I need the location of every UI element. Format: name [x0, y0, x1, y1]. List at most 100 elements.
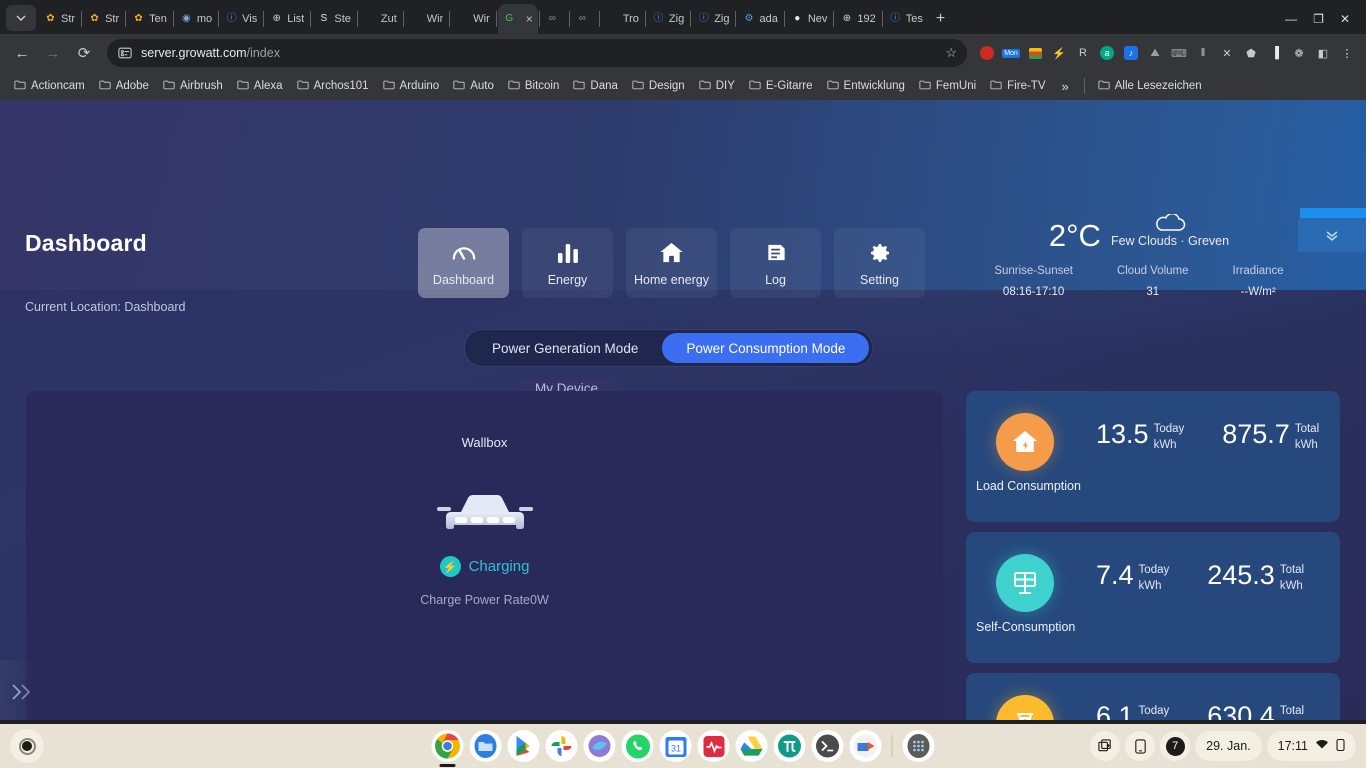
google-drive-icon[interactable] — [735, 730, 768, 762]
bookmarks-overflow-button[interactable]: » — [1054, 77, 1077, 96]
browser-tab[interactable]: ⓘ Zig — [692, 4, 734, 34]
browser-tab[interactable]: Wir — [451, 4, 495, 34]
email-icon[interactable] — [849, 730, 882, 762]
thermometer-icon[interactable]: ‖ — [1192, 42, 1214, 64]
pi-icon[interactable] — [773, 730, 806, 762]
leaf-icon[interactable]: ❁ — [1288, 42, 1310, 64]
bookmark-item[interactable]: Entwicklung — [821, 76, 911, 96]
browser-tab[interactable]: ✿ Ten — [127, 4, 172, 34]
colorzilla-icon[interactable] — [1024, 42, 1046, 64]
bookmark-item[interactable]: E-Gitarre — [743, 76, 819, 96]
notification-badge[interactable]: 7 — [1160, 731, 1191, 761]
browser-tab[interactable]: ⓘ Tes — [884, 4, 928, 34]
nav-tile-log[interactable]: Log — [730, 228, 821, 298]
bookmark-item[interactable]: Fire-TV — [984, 76, 1051, 96]
wallbox-device[interactable]: Wallbox ⚡ Charging Charge Power Rate0W — [26, 435, 943, 607]
bookmark-item[interactable]: Alexa — [231, 76, 289, 96]
side-panel-icon[interactable]: ◧ — [1312, 42, 1334, 64]
tab-search-button[interactable] — [6, 5, 36, 31]
weather-expand-button[interactable] — [1298, 218, 1366, 252]
puzzle-extensions-icon[interactable]: ⬟ — [1240, 42, 1262, 64]
browser-tab[interactable]: ∞ — [571, 4, 598, 34]
forward-button[interactable]: → — [39, 39, 67, 67]
nav-tile-dashboard[interactable]: Dashboard — [418, 228, 509, 298]
app-drawer-icon[interactable] — [902, 730, 935, 762]
browser-tab[interactable]: ⊕ 192 — [835, 4, 880, 34]
bookmark-item[interactable]: Adobe — [93, 76, 155, 96]
calendar-icon[interactable]: 31 — [659, 730, 692, 762]
browser-tab[interactable]: ⊕ List — [265, 4, 309, 34]
browser-tab[interactable]: ● Nev — [786, 4, 833, 34]
browser-tab[interactable]: ∞ — [541, 4, 568, 34]
browser-tab[interactable]: ◉ mo — [175, 4, 217, 34]
nav-tile-home-energy[interactable]: Home energy — [626, 228, 717, 298]
bookmark-item[interactable]: Design — [626, 76, 691, 96]
nav-tile-setting[interactable]: Setting — [834, 228, 925, 298]
bookmark-item[interactable]: Auto — [447, 76, 500, 96]
bookmark-item[interactable]: Actioncam — [8, 76, 91, 96]
bookmark-item[interactable]: Airbrush — [157, 76, 229, 96]
google-photos-icon[interactable] — [545, 730, 578, 762]
monitor-extension-icon[interactable]: Mon — [1000, 42, 1022, 64]
browser-tab[interactable]: G × — [497, 4, 538, 34]
browser-tab[interactable]: ⓘ Vis — [220, 4, 262, 34]
close-window-button[interactable]: ✕ — [1340, 12, 1350, 26]
cloud-icon — [1152, 212, 1188, 237]
chrome-icon[interactable] — [431, 730, 464, 762]
screenshot-icon[interactable] — [1090, 731, 1121, 761]
reload-button[interactable]: ⟳ — [70, 39, 98, 67]
ublock-origin-icon[interactable] — [976, 42, 998, 64]
bookmark-item[interactable]: Dana — [567, 76, 624, 96]
page-info-icon[interactable] — [117, 45, 133, 61]
phone-icon[interactable] — [1125, 731, 1156, 761]
home-dot-icon[interactable] — [10, 729, 44, 763]
joplin-icon[interactable]: ♪ — [1120, 42, 1142, 64]
bookmark-star-icon[interactable]: ☆ — [945, 45, 957, 61]
keyboard-icon[interactable]: ⌨ — [1168, 42, 1190, 64]
bookmark-item[interactable]: Arduino — [377, 76, 446, 96]
browser-tab[interactable]: ⓘ Zig — [647, 4, 689, 34]
browser-tab[interactable]: Tro — [601, 4, 644, 34]
bookmark-item[interactable]: FemUni — [913, 76, 982, 96]
nav-tile-energy[interactable]: Energy — [522, 228, 613, 298]
terminal-icon[interactable] — [811, 730, 844, 762]
sidebar-expand-button[interactable] — [0, 660, 36, 720]
browser-tab[interactable]: ⚙ ada — [737, 4, 782, 34]
bookmark-item[interactable]: Bitcoin — [502, 76, 566, 96]
browser-tab[interactable]: ✿ Str — [39, 4, 80, 34]
stat-card[interactable]: Self-Consumption 7.4 Today kWh 245.3 Total kWh — [966, 532, 1340, 663]
stat-card[interactable]: Imported From Grid6.1TodaykWh630.4Totalk… — [966, 673, 1340, 720]
maximize-button[interactable]: ❐ — [1313, 12, 1324, 26]
browser-tab[interactable]: Zut — [359, 4, 402, 34]
mountains-icon[interactable]: ⛰ — [1144, 42, 1166, 64]
stat-total-unit: TotalkWh — [1279, 564, 1305, 592]
whatsapp-icon[interactable] — [621, 730, 654, 762]
copilot-icon[interactable] — [583, 730, 616, 762]
play-store-icon[interactable] — [507, 730, 540, 762]
raindrop-icon[interactable]: R — [1072, 42, 1094, 64]
cursor-icon[interactable]: ▐ — [1264, 42, 1286, 64]
back-button[interactable]: ← — [8, 39, 36, 67]
minimize-button[interactable]: — — [1285, 12, 1297, 26]
power-generation-mode-button[interactable]: Power Generation Mode — [468, 333, 662, 363]
health-icon[interactable] — [697, 730, 730, 762]
bookmark-item[interactable]: Archos101 — [291, 76, 375, 96]
bookmark-all[interactable]: Alle Lesezeichen — [1092, 76, 1208, 96]
power-consumption-mode-button[interactable]: Power Consumption Mode — [662, 333, 870, 363]
browser-tab[interactable]: ✿ Str — [83, 4, 124, 34]
date-display[interactable]: 29. Jan. — [1195, 731, 1262, 761]
close-x-extension-icon[interactable]: ✕ — [1216, 42, 1238, 64]
flash-extension-icon[interactable]: ⚡ — [1048, 42, 1070, 64]
address-bar[interactable]: server.growatt.com/index ☆ — [107, 39, 967, 67]
clock-status[interactable]: 17:11 — [1266, 731, 1356, 761]
browser-tab[interactable]: S Ste — [312, 4, 356, 34]
close-icon[interactable]: × — [526, 12, 533, 26]
browser-tab[interactable]: Wir — [405, 4, 449, 34]
stat-card[interactable]: Load Consumption 13.5 Today kWh 875.7 Total kW… — [966, 391, 1340, 522]
bookmark-item[interactable]: DIY — [693, 76, 741, 96]
adblock-a-icon[interactable]: a — [1096, 42, 1118, 64]
files-icon[interactable] — [469, 730, 502, 762]
chrome-menu-icon[interactable]: ⋮ — [1336, 42, 1358, 64]
new-tab-button[interactable]: + — [928, 10, 953, 34]
stat-total-unit: TotalkWh — [1294, 423, 1320, 451]
